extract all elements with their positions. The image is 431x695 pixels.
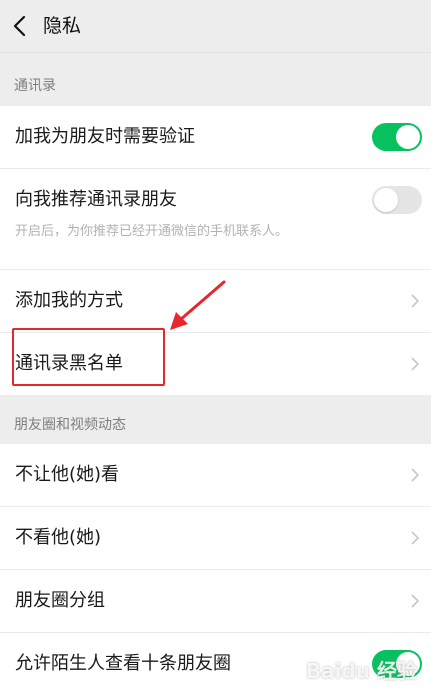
row-label: 不看他(她): [15, 527, 102, 548]
row-description: 开启后，为你推荐已经开通微信的手机联系人。: [15, 224, 289, 239]
row-recommend-contacts: 向我推荐通讯录朋友 开启后，为你推荐已经开通微信的手机联系人。: [0, 169, 431, 270]
row-label: 添加我的方式: [15, 290, 123, 311]
row-label: 不让他(她)看: [15, 464, 120, 485]
row-require-verification: 加我为朋友时需要验证: [0, 106, 431, 169]
back-chevron-icon[interactable]: [8, 12, 34, 40]
row-label: 允许陌生人查看十条朋友圈: [15, 653, 231, 674]
section-header-moments: 朋友圈和视频动态: [14, 417, 126, 433]
chevron-right-icon: [411, 531, 419, 545]
chevron-right-icon: [411, 468, 419, 482]
chevron-right-icon: [411, 357, 419, 371]
row-label: 朋友圈分组: [15, 590, 105, 611]
row-hide-their-posts[interactable]: 不看他(她): [0, 507, 431, 570]
toggle-knob: [396, 125, 420, 149]
top-bar: 隐私: [0, 0, 431, 53]
row-hide-my-posts[interactable]: 不让他(她)看: [0, 444, 431, 507]
red-arrow-icon: [170, 280, 226, 330]
chevron-right-icon: [411, 294, 419, 308]
highlight-box-annotation: [12, 328, 165, 386]
page-title: 隐私: [43, 15, 82, 37]
recommend-contacts-toggle[interactable]: [372, 186, 422, 214]
verification-toggle[interactable]: [372, 123, 422, 151]
section-header-contacts: 通讯录: [14, 78, 56, 94]
chevron-right-icon: [411, 594, 419, 608]
row-label: 加我为朋友时需要验证: [15, 126, 195, 147]
toggle-knob: [374, 188, 398, 212]
watermark: Baidu 经验: [305, 659, 417, 683]
row-moments-groups[interactable]: 朋友圈分组: [0, 570, 431, 633]
row-label: 向我推荐通讯录朋友: [15, 189, 177, 210]
